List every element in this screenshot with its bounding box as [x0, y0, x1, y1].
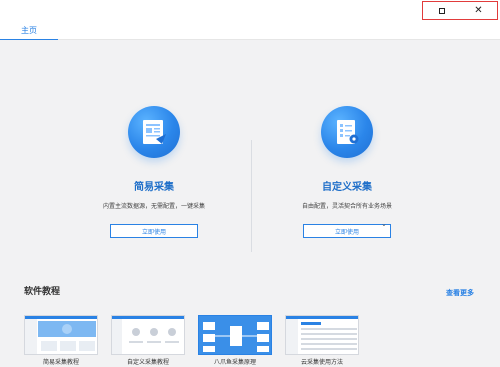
- document-icon: [128, 106, 180, 158]
- tutorial-label-custom[interactable]: 自定义采集教程: [111, 357, 185, 366]
- tutorial-thumbnail-simple[interactable]: [24, 315, 98, 355]
- simple-collect-desc: 内置主流数据源，无需配置，一键采集: [102, 203, 205, 210]
- chevron-down-icon[interactable]: ⌄: [381, 220, 387, 228]
- custom-collect-use-button[interactable]: 立即使用: [303, 224, 391, 238]
- tutorial-thumbnail-principle[interactable]: [198, 315, 272, 355]
- custom-collect-card: 自定义采集 自由配置，灵活契合所有业务场景 立即使用: [252, 106, 442, 238]
- tutorial-thumbnail-cloud[interactable]: [285, 315, 359, 355]
- tutorials-title: 软件教程: [24, 287, 61, 297]
- simple-collect-card: 简易采集 内置主流数据源，无需配置，一键采集 立即使用: [59, 106, 249, 238]
- tab-bar: 主页: [0, 22, 500, 40]
- maximize-button[interactable]: [423, 2, 460, 19]
- tutorial-label-simple[interactable]: 简易采集教程: [24, 357, 98, 366]
- maximize-icon: [438, 7, 445, 14]
- tutorial-label-cloud[interactable]: 云采集使用方法: [285, 357, 359, 366]
- close-icon: ✕: [474, 4, 483, 16]
- simple-collect-title: 简易采集: [134, 182, 174, 193]
- custom-collect-desc: 自由配置，灵活契合所有业务场景: [301, 203, 392, 210]
- close-button[interactable]: ✕: [460, 2, 497, 19]
- simple-collect-use-button[interactable]: 立即使用: [110, 224, 198, 238]
- title-bar: ✕: [0, 0, 500, 22]
- view-more-link[interactable]: 查看更多: [446, 288, 474, 298]
- window-controls: ✕: [422, 1, 498, 20]
- tutorial-label-principle[interactable]: 八爪鱼采集原理: [198, 357, 272, 366]
- tab-home[interactable]: 主页: [0, 22, 58, 40]
- config-document-icon: [321, 106, 373, 158]
- custom-collect-title: 自定义采集: [322, 182, 372, 193]
- tutorial-thumbnail-custom[interactable]: [111, 315, 185, 355]
